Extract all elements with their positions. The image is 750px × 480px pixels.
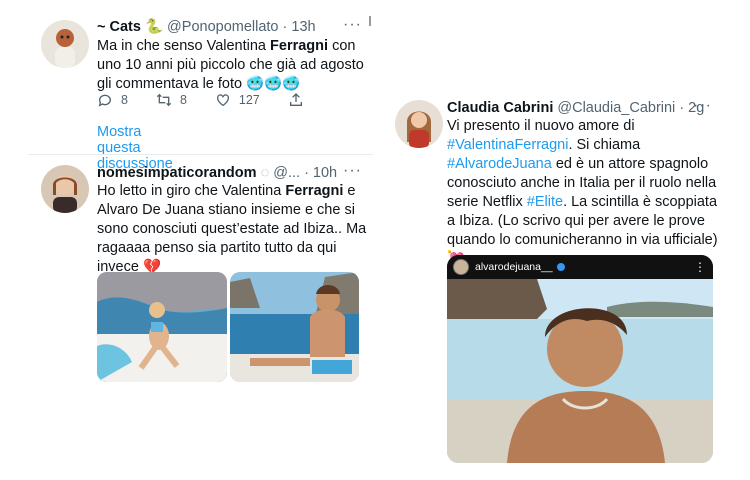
- share-button[interactable]: [288, 92, 312, 108]
- tweet-text: Ma in che senso Valentina Ferragni con u…: [97, 38, 364, 92]
- retweet-count: 8: [179, 93, 187, 107]
- instagram-username[interactable]: alvarodejuana__: [475, 261, 553, 273]
- display-name[interactable]: ~ Cats 🐍: [97, 19, 163, 35]
- share-icon: [289, 93, 302, 106]
- tweet-header: nomesimpaticorandom ◌ @... · 10h: [97, 164, 337, 182]
- reply-button[interactable]: 8: [97, 92, 128, 108]
- hashtag-link[interactable]: #AlvarodeJuana: [447, 156, 552, 172]
- retweet-button[interactable]: 8: [156, 92, 187, 108]
- emoji-cold: 🥶🥶🥶: [246, 76, 301, 92]
- more-icon[interactable]: ···: [693, 98, 712, 114]
- more-icon[interactable]: ···: [343, 17, 362, 33]
- like-button[interactable]: 127: [215, 92, 260, 108]
- moon-icon: ◌: [260, 165, 270, 181]
- like-icon: [216, 94, 229, 107]
- more-icon[interactable]: ⋮: [694, 260, 707, 274]
- tweet-photo-1[interactable]: [97, 272, 227, 382]
- tweet-header: ~ Cats 🐍 @Ponopomellato · 13h: [97, 18, 316, 36]
- display-name[interactable]: Claudia Cabrini: [447, 100, 553, 116]
- timestamp[interactable]: · 13h: [283, 19, 316, 35]
- timestamp[interactable]: · 10h: [304, 165, 337, 181]
- avatar[interactable]: [453, 259, 469, 275]
- tweet-text: Ho letto in giro che Valentina Ferragni …: [97, 183, 367, 275]
- instagram-photo: [447, 279, 713, 463]
- avatar[interactable]: [395, 100, 443, 148]
- hashtag-link[interactable]: #ValentinaFerragni: [447, 137, 568, 153]
- hashtag-link[interactable]: #Elite: [527, 194, 563, 210]
- avatar[interactable]: [41, 165, 89, 213]
- tweet-header: Claudia Cabrini @Claudia_Cabrini · 2g: [447, 99, 704, 117]
- divider: [28, 154, 373, 155]
- user-handle[interactable]: @Claudia_Cabrini: [557, 100, 675, 116]
- reply-count: 8: [121, 93, 128, 107]
- avatar[interactable]: [41, 20, 89, 68]
- user-handle[interactable]: @...: [273, 165, 300, 181]
- tweet-text: Vi presento il nuovo amore di #Valentina…: [447, 117, 719, 269]
- display-name[interactable]: nomesimpaticorandom: [97, 165, 257, 181]
- embedded-instagram-photo[interactable]: alvarodejuana__ ⋮: [447, 255, 713, 463]
- more-icon[interactable]: ···: [343, 163, 362, 179]
- tweet-photo-2[interactable]: [230, 272, 359, 382]
- retweet-icon: [156, 93, 172, 107]
- user-handle[interactable]: @Ponopomellato: [167, 19, 278, 35]
- scrollbar-thumb[interactable]: [369, 16, 371, 26]
- instagram-header: alvarodejuana__: [447, 255, 713, 279]
- verified-icon: [556, 263, 565, 271]
- reply-icon: [98, 94, 111, 107]
- tweet-actions: 8 8 127: [97, 92, 340, 108]
- like-count: 127: [238, 93, 260, 107]
